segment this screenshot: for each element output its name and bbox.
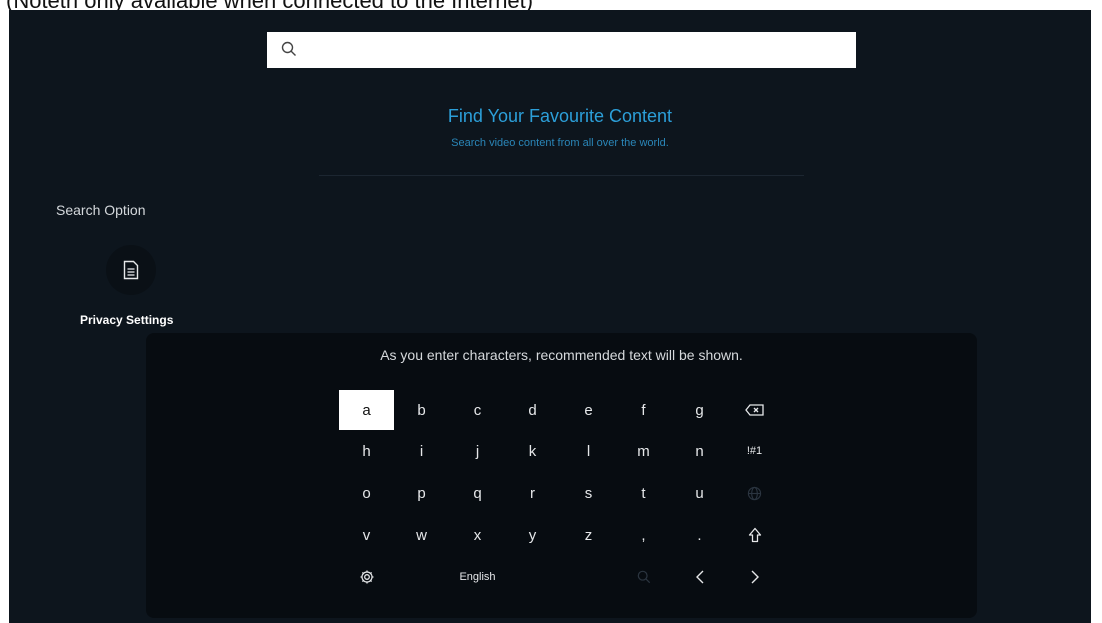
cursor-left-key[interactable]: [672, 557, 727, 597]
gear-icon: [360, 570, 373, 584]
key-b[interactable]: b: [394, 390, 449, 430]
language-key[interactable]: English: [450, 557, 505, 597]
key-e[interactable]: e: [561, 390, 616, 430]
document-icon: [123, 260, 139, 280]
key-t[interactable]: t: [616, 473, 671, 513]
tv-screen: Find Your Favourite Content Search video…: [9, 10, 1091, 623]
key-i[interactable]: i: [394, 431, 449, 471]
key-v[interactable]: v: [339, 515, 394, 555]
keyboard-hint: As you enter characters, recommended tex…: [380, 347, 743, 363]
chevron-left-icon: [695, 570, 703, 584]
key-a[interactable]: a: [339, 390, 394, 430]
key-k[interactable]: k: [505, 431, 560, 471]
key-q[interactable]: q: [450, 473, 505, 513]
key-x[interactable]: x: [450, 515, 505, 555]
shift-icon: [748, 527, 761, 543]
search-icon: [281, 41, 296, 56]
search-input[interactable]: [267, 32, 856, 68]
shift-key[interactable]: [727, 515, 782, 555]
search-icon: [637, 570, 650, 584]
cursor-right-key[interactable]: [727, 557, 782, 597]
banner-subtitle: Search video content from all over the w…: [451, 137, 669, 149]
globe-icon: [747, 486, 762, 500]
key-j[interactable]: j: [450, 431, 505, 471]
key-comma[interactable]: ,: [616, 515, 671, 555]
symbols-key[interactable]: !#1: [727, 431, 782, 471]
banner-title: Find Your Favourite Content: [447, 106, 673, 126]
keyboard-settings-key[interactable]: [339, 557, 394, 597]
key-z[interactable]: z: [561, 515, 616, 555]
chevron-right-icon: [751, 570, 759, 584]
key-m[interactable]: m: [616, 431, 671, 471]
key-w[interactable]: w: [394, 515, 449, 555]
key-period[interactable]: .: [672, 515, 727, 555]
key-o[interactable]: o: [339, 473, 394, 513]
privacy-settings-label: Privacy Settings: [80, 313, 174, 327]
key-d[interactable]: d: [505, 390, 560, 430]
divider: [319, 175, 804, 176]
key-g[interactable]: g: [672, 390, 727, 430]
key-y[interactable]: y: [505, 515, 560, 555]
key-s[interactable]: s: [561, 473, 616, 513]
backspace-key[interactable]: [727, 390, 782, 430]
key-l[interactable]: l: [561, 431, 616, 471]
language-globe-key[interactable]: [727, 473, 782, 513]
key-p[interactable]: p: [394, 473, 449, 513]
key-h[interactable]: h: [339, 431, 394, 471]
key-u[interactable]: u: [672, 473, 727, 513]
key-c[interactable]: c: [450, 390, 505, 430]
backspace-icon: [744, 404, 764, 416]
key-r[interactable]: r: [505, 473, 560, 513]
key-n[interactable]: n: [672, 431, 727, 471]
privacy-settings-button[interactable]: [106, 245, 156, 295]
key-f[interactable]: f: [616, 390, 671, 430]
on-screen-keyboard: As you enter characters, recommended tex…: [146, 333, 977, 618]
keyboard-search-key[interactable]: [616, 557, 671, 597]
search-option-label: Search Option: [56, 202, 146, 218]
